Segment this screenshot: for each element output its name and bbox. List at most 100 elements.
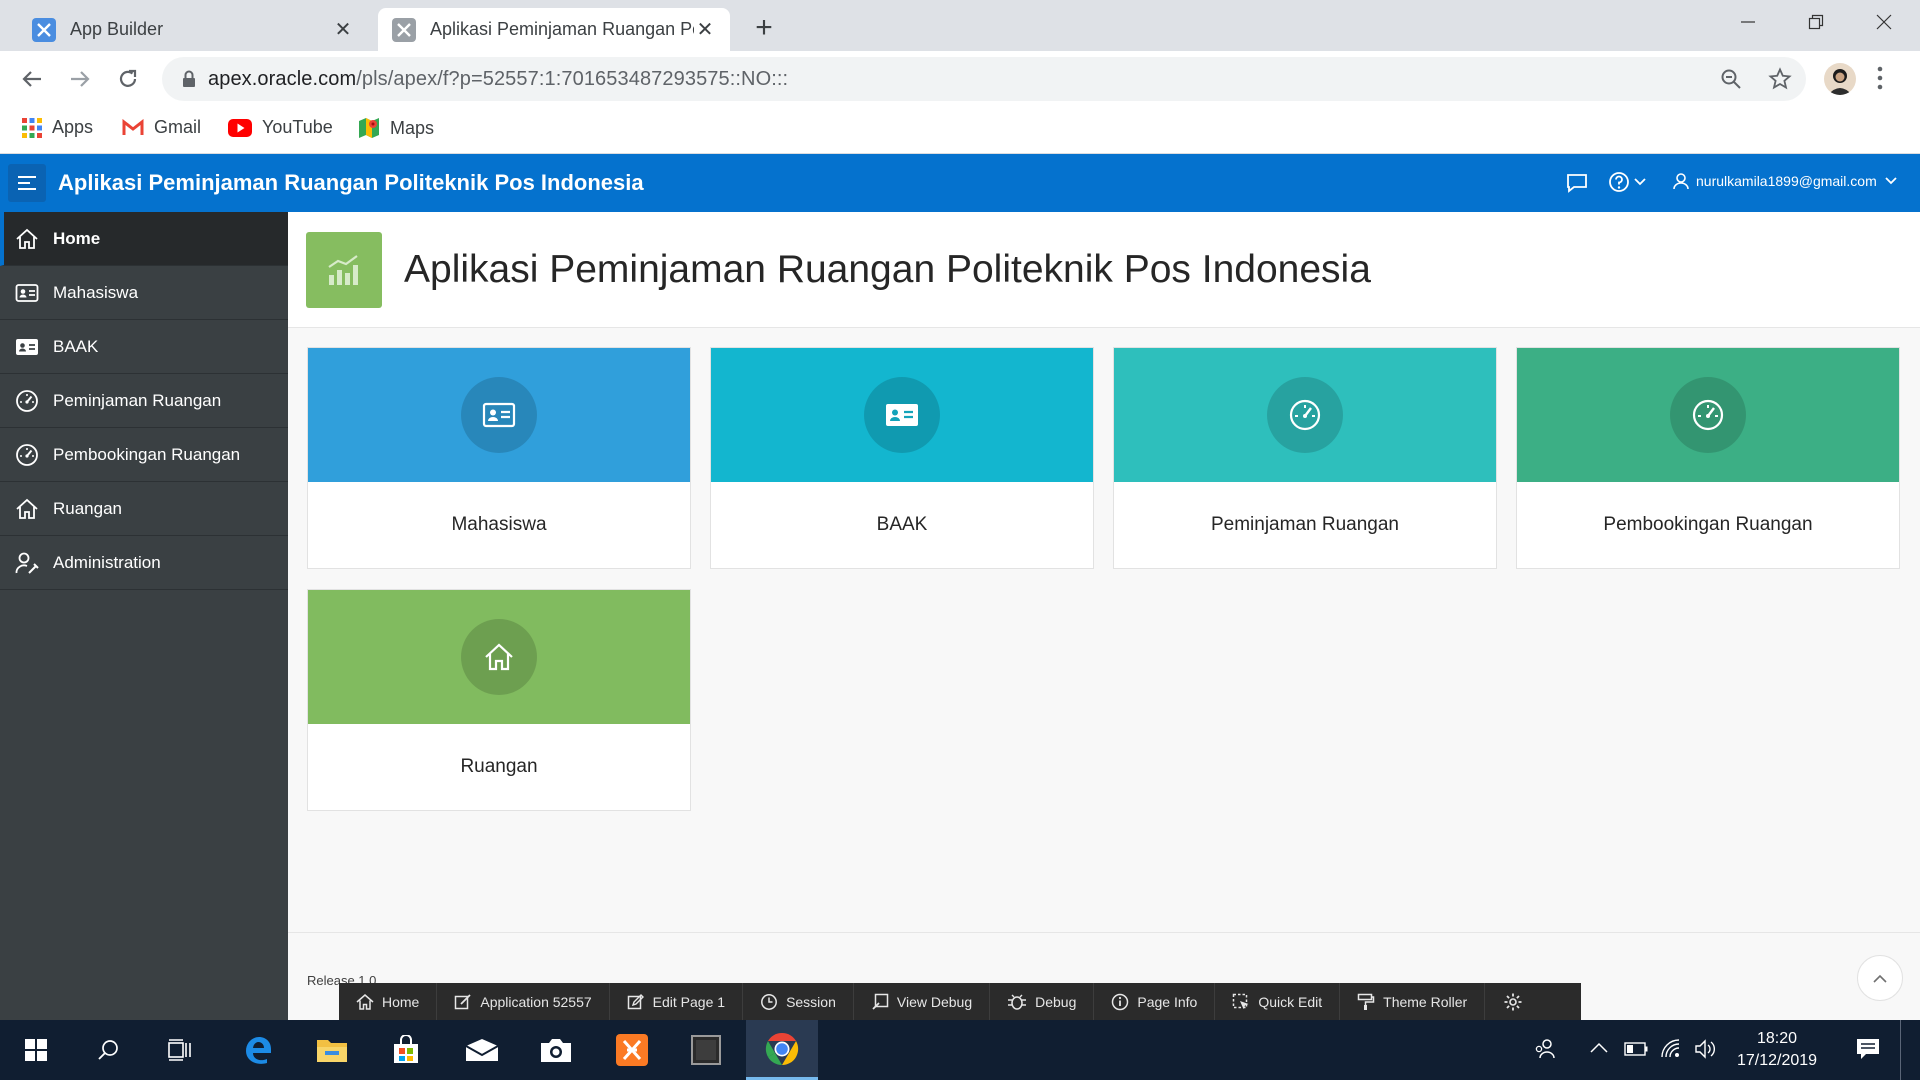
browser-tab-aplikasi[interactable]: Aplikasi Peminjaman Ruangan Po ✕	[378, 8, 730, 51]
dev-page-info-button[interactable]: Page Info	[1094, 983, 1216, 1020]
id-card-filled-icon	[885, 402, 919, 428]
edge-icon	[246, 1037, 271, 1064]
nav-toggle-button[interactable]	[8, 164, 46, 202]
sidebar-item-label: Mahasiswa	[53, 282, 139, 302]
gauge-icon	[14, 442, 40, 468]
id-card-filled-icon	[14, 334, 40, 360]
task-view-icon	[168, 1039, 191, 1061]
dev-view-debug-button[interactable]: View Debug	[854, 983, 991, 1020]
help-menu-button[interactable]	[1608, 171, 1646, 193]
card-baak[interactable]: BAAK	[710, 347, 1094, 569]
sidebar-item-peminjaman-ruangan[interactable]: Peminjaman Ruangan	[0, 374, 288, 428]
mail-icon	[465, 1039, 499, 1061]
bookmark-gmail[interactable]: Gmail	[122, 117, 201, 138]
card-icon-circle	[1670, 377, 1746, 453]
taskbar-camera[interactable]	[520, 1020, 592, 1080]
folder-icon	[317, 1040, 347, 1062]
dev-debug-button[interactable]: Debug	[990, 983, 1095, 1020]
task-view-button[interactable]	[144, 1020, 216, 1080]
taskbar-edge[interactable]	[222, 1020, 294, 1080]
zoom-icon[interactable]	[1720, 68, 1742, 90]
bookmark-youtube[interactable]: YouTube	[228, 117, 333, 138]
volume-icon[interactable]	[1694, 1039, 1718, 1059]
system-clock[interactable]: 18:20 17/12/2019	[1728, 1028, 1826, 1072]
sidebar-item-mahasiswa[interactable]: Mahasiswa	[0, 266, 288, 320]
browser-tab-app-builder[interactable]: App Builder ✕	[18, 8, 368, 51]
taskbar-search-button[interactable]	[72, 1020, 144, 1080]
dev-application-button[interactable]: Application 52557	[437, 983, 610, 1020]
scroll-to-top-button[interactable]	[1857, 955, 1903, 1001]
start-button[interactable]	[0, 1020, 72, 1080]
chrome-menu-icon[interactable]	[1876, 65, 1884, 91]
taskbar-file-explorer[interactable]	[296, 1020, 368, 1080]
battery-icon[interactable]	[1624, 1042, 1648, 1056]
page-title: Aplikasi Peminjaman Ruangan Politeknik P…	[404, 248, 1371, 291]
taskbar-xampp[interactable]	[596, 1020, 668, 1080]
taskbar-mail[interactable]	[446, 1020, 518, 1080]
forward-button[interactable]	[62, 61, 98, 97]
sidebar-item-label: Ruangan	[53, 498, 123, 518]
browser-toolbar: apex.oracle.com/pls/apex/f?p=52557:1:701…	[0, 51, 1920, 107]
sidebar-item-label: Peminjaman Ruangan	[53, 390, 222, 410]
profile-avatar[interactable]	[1824, 63, 1856, 95]
chevron-down-icon	[1885, 177, 1897, 185]
card-icon-circle	[461, 377, 537, 453]
dev-edit-page-button[interactable]: Edit Page 1	[610, 983, 744, 1020]
view-debug-icon	[872, 993, 889, 1010]
dev-quick-edit-button[interactable]: Quick Edit	[1215, 983, 1341, 1020]
url-host: apex.oracle.com	[208, 67, 357, 90]
edit-page-icon	[627, 993, 644, 1009]
apps-grid-icon	[22, 117, 42, 138]
gauge-icon	[1288, 398, 1322, 432]
hero-region: Aplikasi Peminjaman Ruangan Politeknik P…	[288, 212, 1920, 328]
wifi-icon[interactable]	[1660, 1038, 1682, 1058]
people-icon[interactable]	[1534, 1038, 1556, 1060]
taskbar-chrome[interactable]	[746, 1020, 818, 1080]
sidebar-item-administration[interactable]: Administration	[0, 536, 288, 590]
bookmark-label: Gmail	[154, 117, 202, 137]
edit-app-icon	[455, 993, 471, 1009]
user-menu[interactable]: nurulkamila1899@gmail.com	[1672, 172, 1897, 190]
dev-session-button[interactable]: Session	[743, 983, 854, 1020]
close-tab-icon[interactable]: ✕	[332, 17, 354, 42]
dev-home-button[interactable]: Home	[339, 983, 438, 1020]
bookmark-apps[interactable]: Apps	[22, 117, 93, 138]
address-bar[interactable]: apex.oracle.com/pls/apex/f?p=52557:1:701…	[162, 57, 1806, 101]
restore-button[interactable]	[1786, 6, 1846, 38]
chevron-up-icon[interactable]	[1590, 1042, 1608, 1054]
dev-theme-roller-button[interactable]: Theme Roller	[1340, 983, 1486, 1020]
reload-button[interactable]	[110, 61, 146, 97]
taskbar-app-window[interactable]	[670, 1020, 742, 1080]
card-ruangan[interactable]: Ruangan	[307, 589, 691, 811]
back-button[interactable]	[14, 61, 50, 97]
gauge-icon	[1691, 398, 1725, 432]
feedback-icon[interactable]	[1566, 173, 1588, 193]
dev-item-label: Theme Roller	[1383, 993, 1468, 1010]
app-title[interactable]: Aplikasi Peminjaman Ruangan Politeknik P…	[58, 170, 644, 196]
sidebar-item-pembookingan-ruangan[interactable]: Pembookingan Ruangan	[0, 428, 288, 482]
card-peminjaman-ruangan[interactable]: Peminjaman Ruangan	[1113, 347, 1497, 569]
close-window-button[interactable]	[1854, 6, 1914, 38]
card-mahasiswa[interactable]: Mahasiswa	[307, 347, 691, 569]
new-tab-button[interactable]: +	[746, 10, 782, 46]
card-label: Pembookingan Ruangan	[1603, 514, 1813, 535]
sidebar-item-label: BAAK	[53, 336, 99, 356]
taskbar-store[interactable]	[370, 1020, 442, 1080]
sidebar-item-baak[interactable]: BAAK	[0, 320, 288, 374]
show-desktop-divider[interactable]	[1900, 1020, 1901, 1080]
action-center-icon[interactable]	[1856, 1038, 1880, 1060]
sidebar-item-ruangan[interactable]: Ruangan	[0, 482, 288, 536]
close-tab-icon[interactable]: ✕	[694, 17, 716, 42]
dev-settings-button[interactable]	[1485, 983, 1549, 1020]
dev-item-label: Debug	[1035, 993, 1077, 1010]
card-pembookingan-ruangan[interactable]: Pembookingan Ruangan	[1516, 347, 1900, 569]
session-icon	[761, 993, 778, 1010]
minimize-button[interactable]	[1718, 6, 1778, 38]
dev-item-label: Page Info	[1137, 993, 1198, 1010]
store-icon	[394, 1035, 418, 1063]
sidebar-item-label: Home	[53, 228, 101, 248]
youtube-icon	[228, 118, 252, 137]
bookmark-star-icon[interactable]	[1768, 67, 1792, 91]
sidebar-item-home[interactable]: Home	[0, 212, 288, 266]
bookmark-maps[interactable]: Maps	[358, 117, 434, 139]
